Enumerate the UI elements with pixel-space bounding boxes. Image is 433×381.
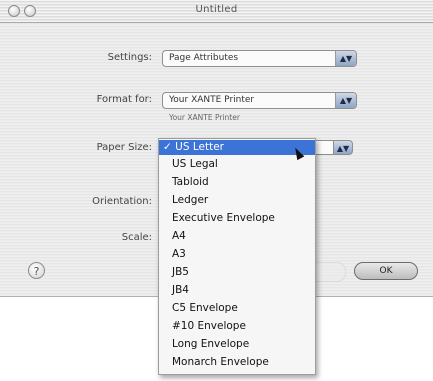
question-icon: ? — [33, 265, 40, 278]
window-title: Untitled — [195, 4, 238, 15]
menu-item-10-envelope[interactable]: #10 Envelope — [159, 319, 315, 334]
settings-popup[interactable]: Page Attributes ▲▼ — [162, 50, 357, 67]
menu-item-monarch-envelope[interactable]: Monarch Envelope — [159, 355, 315, 370]
format-for-label: Format for: — [96, 94, 152, 105]
ok-button[interactable]: OK — [354, 262, 418, 280]
title-bar: Untitled — [0, 0, 433, 23]
menu-item-ledger[interactable]: Ledger — [159, 193, 315, 208]
checkmark-icon: ✓ — [163, 141, 172, 153]
paper-size-label: Paper Size: — [96, 142, 152, 153]
menu-item-a3[interactable]: A3 — [159, 247, 315, 262]
format-for-popup[interactable]: Your XANTE Printer ▲▼ — [162, 92, 357, 109]
menu-item-us-legal[interactable]: US Legal — [159, 157, 315, 172]
menu-item-long-envelope[interactable]: Long Envelope — [159, 337, 315, 352]
menu-item-c5-envelope[interactable]: C5 Envelope — [159, 301, 315, 316]
updown-arrows-icon: ▲▼ — [335, 51, 356, 66]
menu-item-tabloid[interactable]: Tabloid — [159, 175, 315, 190]
help-button[interactable]: ? — [28, 262, 45, 279]
orientation-label: Orientation: — [92, 196, 152, 207]
format-for-value: Your XANTE Printer — [169, 95, 255, 105]
format-for-subtext: Your XANTE Printer — [169, 113, 240, 122]
scale-label: Scale: — [121, 232, 152, 243]
menu-item-jb5[interactable]: JB5 — [159, 265, 315, 280]
menu-item-executive-envelope[interactable]: Executive Envelope — [159, 211, 315, 226]
settings-value: Page Attributes — [169, 53, 239, 63]
updown-arrows-icon[interactable]: ▲▼ — [333, 140, 353, 155]
paper-size-menu[interactable]: ✓ US Letter US Legal Tabloid Ledger Exec… — [158, 138, 316, 375]
menu-item-a4[interactable]: A4 — [159, 229, 315, 244]
menu-item-jb4[interactable]: JB4 — [159, 283, 315, 298]
settings-label: Settings: — [107, 52, 152, 63]
menu-item-us-letter[interactable]: ✓ US Letter — [159, 140, 315, 155]
updown-arrows-icon: ▲▼ — [335, 93, 356, 108]
